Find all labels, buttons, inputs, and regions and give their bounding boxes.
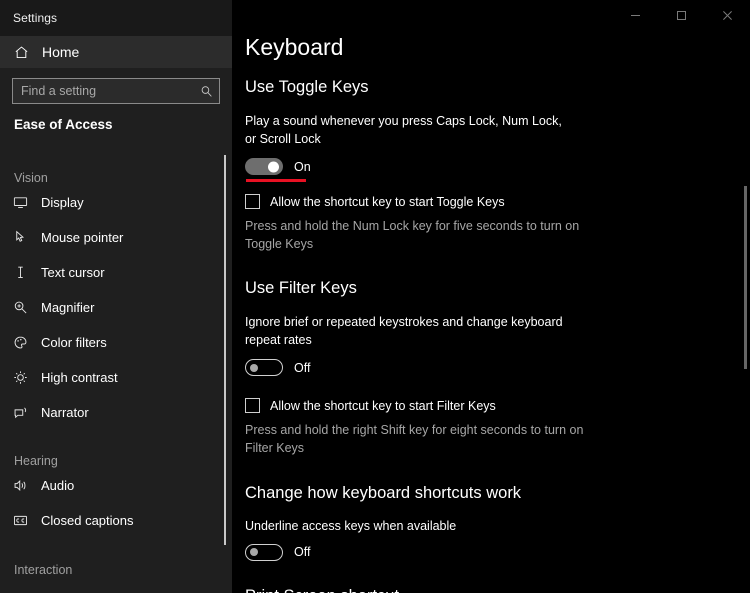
sidebar-item-label: Closed captions xyxy=(41,513,134,528)
search-icon[interactable] xyxy=(193,85,219,98)
close-icon xyxy=(722,10,732,20)
mouse-pointer-icon xyxy=(11,230,29,245)
sidebar-group-interaction: Interaction xyxy=(14,563,73,577)
search-input[interactable] xyxy=(13,84,193,98)
toggle-keys-shortcut-label: Allow the shortcut key to start Toggle K… xyxy=(270,194,505,209)
maximize-icon xyxy=(676,10,686,20)
sidebar-category-title: Ease of Access xyxy=(14,117,113,132)
search-container xyxy=(0,68,232,104)
underline-access-keys-state: Off xyxy=(294,545,311,560)
toggle-keys-shortcut-hint: Press and hold the Num Lock key for five… xyxy=(245,219,580,252)
narrator-icon xyxy=(11,405,29,420)
magnifier-icon xyxy=(11,300,29,315)
home-icon xyxy=(13,45,29,60)
settings-window: Home Ease of Access Vision xyxy=(0,0,750,593)
sidebar-item-label: Magnifier xyxy=(41,300,95,315)
sidebar-item-label: Display xyxy=(41,195,84,210)
underline-access-keys-switch-row[interactable]: Off xyxy=(245,543,750,561)
toggle-keys-shortcut-checkbox[interactable] xyxy=(245,194,260,210)
sidebar-item-label: Mouse pointer xyxy=(41,230,124,245)
filter-keys-shortcut-checkbox-row[interactable]: Allow the shortcut key to start Filter K… xyxy=(245,398,750,414)
filter-keys-switch-row[interactable]: Off xyxy=(245,359,750,377)
sidebar-item-audio[interactable]: Audio xyxy=(0,468,232,503)
maximize-button[interactable] xyxy=(658,0,704,30)
close-button[interactable] xyxy=(704,0,750,30)
filter-keys-shortcut-checkbox[interactable] xyxy=(245,398,260,414)
section-description-toggle-keys: Play a sound whenever you press Caps Loc… xyxy=(245,113,562,146)
minimize-icon xyxy=(630,14,640,16)
closed-captions-icon xyxy=(11,513,29,528)
sidebar-item-label: Narrator xyxy=(41,405,89,420)
switch-knob xyxy=(250,548,258,557)
section-heading-print-screen: Print Screen shortcut xyxy=(245,587,750,593)
text-cursor-icon xyxy=(11,265,29,280)
sidebar-item-text-cursor[interactable]: Text cursor xyxy=(0,255,232,290)
sidebar-item-magnifier[interactable]: Magnifier xyxy=(0,290,232,325)
section-description-keyboard-shortcuts: Underline access keys when available xyxy=(245,519,457,534)
sidebar-home-label: Home xyxy=(42,44,80,60)
window-caption-buttons xyxy=(612,0,750,30)
sidebar-group-hearing: Hearing xyxy=(14,454,58,468)
minimize-button[interactable] xyxy=(612,0,658,30)
sidebar-item-label: Audio xyxy=(41,478,75,493)
high-contrast-icon xyxy=(11,370,29,385)
window-body: Home Ease of Access Vision xyxy=(0,0,750,593)
underline-access-keys-switch[interactable] xyxy=(245,543,283,561)
switch-knob xyxy=(250,363,258,372)
sidebar-group-vision: Vision xyxy=(14,171,48,185)
sidebar-item-high-contrast[interactable]: High contrast xyxy=(0,360,232,395)
main-inner: Keyboard Use Toggle Keys Play a sound wh… xyxy=(232,0,750,593)
sidebar-item-label: Color filters xyxy=(41,335,107,350)
main-scrollbar[interactable] xyxy=(744,186,747,369)
toggle-keys-state: On xyxy=(294,159,311,174)
sidebar-item-narrator[interactable]: Narrator xyxy=(0,395,232,430)
section-heading-keyboard-shortcuts: Change how keyboard shortcuts work xyxy=(245,483,522,502)
page-title: Keyboard xyxy=(245,34,344,60)
toggle-keys-switch[interactable] xyxy=(245,158,283,176)
filter-keys-switch[interactable] xyxy=(245,359,283,377)
sidebar-scrollbar[interactable] xyxy=(224,155,226,545)
sidebar: Home Ease of Access Vision xyxy=(0,0,232,593)
color-filters-icon xyxy=(11,335,29,350)
sidebar-item-color-filters[interactable]: Color filters xyxy=(0,325,232,360)
main-content: Keyboard Use Toggle Keys Play a sound wh… xyxy=(232,0,750,593)
filter-keys-shortcut-hint: Press and hold the right Shift key for e… xyxy=(245,423,584,456)
window-title: Settings xyxy=(13,11,58,25)
switch-knob xyxy=(268,161,279,173)
section-description-filter-keys: Ignore brief or repeated keystrokes and … xyxy=(245,315,563,348)
search-box[interactable] xyxy=(12,78,220,104)
section-heading-filter-keys: Use Filter Keys xyxy=(245,279,357,298)
sidebar-item-home[interactable]: Home xyxy=(0,36,232,68)
monitor-icon xyxy=(11,195,29,210)
sidebar-item-mouse-pointer[interactable]: Mouse pointer xyxy=(0,220,232,255)
section-heading-toggle-keys: Use Toggle Keys xyxy=(245,78,369,96)
title-bar: Settings xyxy=(0,0,232,36)
sidebar-item-closed-captions[interactable]: Closed captions xyxy=(0,503,232,538)
filter-keys-shortcut-label: Allow the shortcut key to start Filter K… xyxy=(270,398,496,413)
toggle-keys-switch-row[interactable]: On xyxy=(245,158,750,176)
audio-icon xyxy=(11,478,29,493)
sidebar-item-label: High contrast xyxy=(41,370,118,385)
toggle-keys-shortcut-checkbox-row[interactable]: Allow the shortcut key to start Toggle K… xyxy=(245,194,750,210)
sidebar-item-label: Text cursor xyxy=(41,265,105,280)
filter-keys-state: Off xyxy=(294,360,311,375)
sidebar-item-display[interactable]: Display xyxy=(0,185,232,220)
